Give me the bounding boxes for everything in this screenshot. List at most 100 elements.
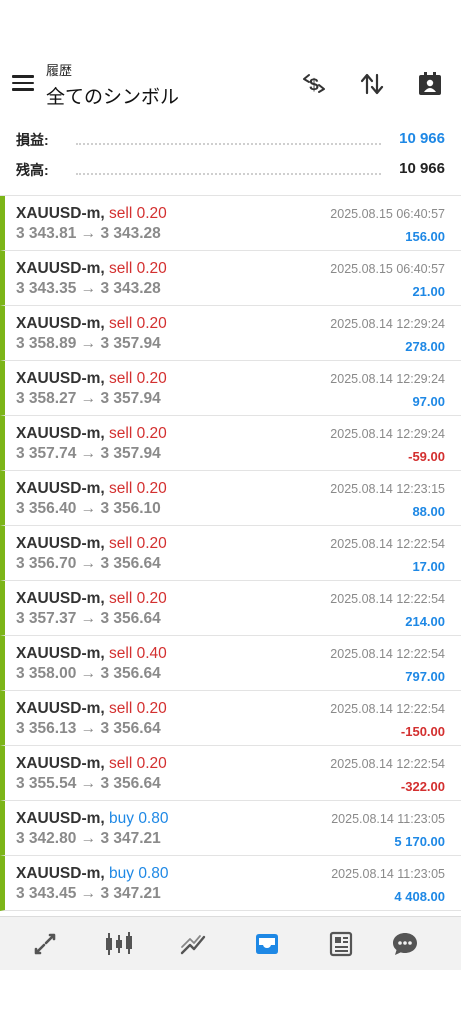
trade-prices: 3 357.37 → 3 356.64 (16, 610, 161, 627)
hamburger-menu-icon[interactable] (12, 75, 34, 93)
trade-symbol-line: XAUUSD-m, sell 0.20 (16, 315, 167, 333)
trade-profit: 156.00 (405, 229, 445, 244)
profit-row: 損益: 10 966 (0, 128, 461, 156)
trade-symbol-line: XAUUSD-m, sell 0.20 (16, 590, 167, 608)
trade-side: sell 0.20 (109, 315, 167, 332)
trade-symbol-line: XAUUSD-m, sell 0.20 (16, 370, 167, 388)
trade-side: sell 0.40 (109, 645, 167, 662)
app-header: 履歴 全てのシンボル $ (0, 58, 461, 114)
trade-row[interactable]: XAUUSD-m, sell 0.20 3 355.54 → 3 356.64 20… (0, 746, 461, 801)
trade-symbol: XAUUSD-m, (16, 205, 105, 222)
trade-symbol: XAUUSD-m, (16, 810, 105, 827)
trade-profit: -59.00 (408, 449, 445, 464)
trade-side: sell 0.20 (109, 370, 167, 387)
trade-prices: 3 358.27 → 3 357.94 (16, 390, 161, 407)
trade-profit: 214.00 (405, 614, 445, 629)
calendar-user-icon[interactable] (414, 68, 446, 100)
trade-time: 2025.08.15 06:40:57 (330, 262, 445, 276)
trade-row[interactable]: XAUUSD-m, sell 0.20 3 356.70 → 3 356.64 20… (0, 526, 461, 581)
trade-symbol-line: XAUUSD-m, sell 0.40 (16, 645, 167, 663)
header-title[interactable]: 全てのシンボル (46, 82, 179, 109)
trade-prices: 3 355.54 → 3 356.64 (16, 775, 161, 792)
trade-icon[interactable] (176, 927, 210, 961)
trade-time: 2025.08.14 12:29:24 (330, 317, 445, 331)
trade-side: sell 0.20 (109, 700, 167, 717)
trade-side: buy 0.80 (109, 865, 169, 882)
trade-profit: 5 170.00 (394, 834, 445, 849)
trade-time: 2025.08.14 12:22:54 (330, 647, 445, 661)
trade-symbol: XAUUSD-m, (16, 645, 105, 662)
trade-row[interactable]: XAUUSD-m, sell 0.20 3 358.89 → 3 357.94 20… (0, 306, 461, 361)
trade-prices: 3 343.35 → 3 343.28 (16, 280, 161, 297)
trade-side: sell 0.20 (109, 480, 167, 497)
trade-row[interactable]: XAUUSD-m, sell 0.20 3 356.40 → 3 356.10 20… (0, 471, 461, 526)
trade-symbol: XAUUSD-m, (16, 535, 105, 552)
balance-label: 残高: (16, 160, 53, 180)
trade-symbol: XAUUSD-m, (16, 425, 105, 442)
currency-exchange-icon[interactable]: $ (298, 68, 330, 100)
chat-icon[interactable] (388, 927, 422, 961)
trade-row[interactable]: XAUUSD-m, sell 0.20 3 358.27 → 3 357.94 20… (0, 361, 461, 416)
trade-side: sell 0.20 (109, 755, 167, 772)
trade-symbol: XAUUSD-m, (16, 590, 105, 607)
trade-symbol-line: XAUUSD-m, buy 0.80 (16, 865, 168, 883)
balance-row: 残高: 10 966 (0, 158, 461, 186)
trade-symbol-line: XAUUSD-m, sell 0.20 (16, 260, 167, 278)
trade-symbol-line: XAUUSD-m, sell 0.20 (16, 535, 167, 553)
trade-symbol: XAUUSD-m, (16, 480, 105, 497)
trade-prices: 3 356.70 → 3 356.64 (16, 555, 161, 572)
profit-label: 損益: (16, 130, 53, 150)
trade-row[interactable]: XAUUSD-m, sell 0.20 3 343.81 → 3 343.28 20… (0, 196, 461, 251)
trade-row[interactable]: XAUUSD-m, sell 0.20 3 357.37 → 3 356.64 20… (0, 581, 461, 636)
profit-value: 10 966 (399, 130, 445, 147)
trade-prices: 3 358.00 → 3 356.64 (16, 665, 161, 682)
trade-symbol-line: XAUUSD-m, buy 0.80 (16, 810, 168, 828)
trade-row[interactable]: XAUUSD-m, buy 0.80 3 343.45 → 3 347.21 202… (0, 856, 461, 911)
trade-prices: 3 343.81 → 3 343.28 (16, 225, 161, 242)
history-icon[interactable] (250, 927, 284, 961)
bottom-navigation (0, 916, 461, 970)
trade-symbol-line: XAUUSD-m, sell 0.20 (16, 425, 167, 443)
sort-icon[interactable] (356, 68, 388, 100)
trade-time: 2025.08.14 12:22:54 (330, 537, 445, 551)
header-subtitle: 履歴 (46, 63, 73, 78)
trade-side: sell 0.20 (109, 590, 167, 607)
trade-profit: 278.00 (405, 339, 445, 354)
trade-time: 2025.08.14 12:29:24 (330, 427, 445, 441)
balance-value: 10 966 (399, 160, 445, 177)
trade-profit: -150.00 (400, 724, 445, 739)
trade-profit: 797.00 (405, 669, 445, 684)
trade-symbol-line: XAUUSD-m, sell 0.20 (16, 755, 167, 773)
trade-time: 2025.08.15 06:40:57 (330, 207, 445, 221)
news-icon[interactable] (324, 927, 358, 961)
trade-prices: 3 358.89 → 3 357.94 (16, 335, 161, 352)
trade-side: sell 0.20 (109, 425, 167, 442)
trade-profit: 21.00 (412, 284, 445, 299)
trade-row[interactable]: XAUUSD-m, buy 0.80 3 342.80 → 3 347.21 202… (0, 801, 461, 856)
trade-row[interactable]: XAUUSD-m, sell 0.20 3 356.13 → 3 356.64 20… (0, 691, 461, 746)
trade-profit: -322.00 (400, 779, 445, 794)
trade-time: 2025.08.14 11:23:05 (331, 867, 445, 881)
trade-row[interactable]: XAUUSD-m, sell 0.40 3 358.00 → 3 356.64 20… (0, 636, 461, 691)
trade-profit: 88.00 (412, 504, 445, 519)
summary-section: 損益: 10 966 残高: 10 966 (0, 128, 461, 186)
chart-icon[interactable] (102, 927, 136, 961)
trade-row[interactable]: XAUUSD-m, sell 0.20 3 357.74 → 3 357.94 20… (0, 416, 461, 471)
trade-symbol: XAUUSD-m, (16, 700, 105, 717)
trade-side: sell 0.20 (109, 205, 167, 222)
dotted-leader (76, 143, 381, 145)
trade-time: 2025.08.14 11:23:05 (331, 812, 445, 826)
trade-profit: 97.00 (412, 394, 445, 409)
trade-row[interactable]: XAUUSD-m, sell 0.20 3 343.35 → 3 343.28 20… (0, 251, 461, 306)
quotes-icon[interactable] (28, 927, 62, 961)
trade-symbol-line: XAUUSD-m, sell 0.20 (16, 700, 167, 718)
trade-symbol-line: XAUUSD-m, sell 0.20 (16, 205, 167, 223)
trade-symbol: XAUUSD-m, (16, 370, 105, 387)
trade-prices: 3 343.45 → 3 347.21 (16, 885, 161, 902)
trade-symbol: XAUUSD-m, (16, 865, 105, 882)
trade-history-list[interactable]: XAUUSD-m, sell 0.20 3 343.81 → 3 343.28 20… (0, 195, 461, 911)
trade-prices: 3 342.80 → 3 347.21 (16, 830, 161, 847)
trade-symbol: XAUUSD-m, (16, 315, 105, 332)
trade-time: 2025.08.14 12:23:15 (330, 482, 445, 496)
trade-time: 2025.08.14 12:22:54 (330, 757, 445, 771)
